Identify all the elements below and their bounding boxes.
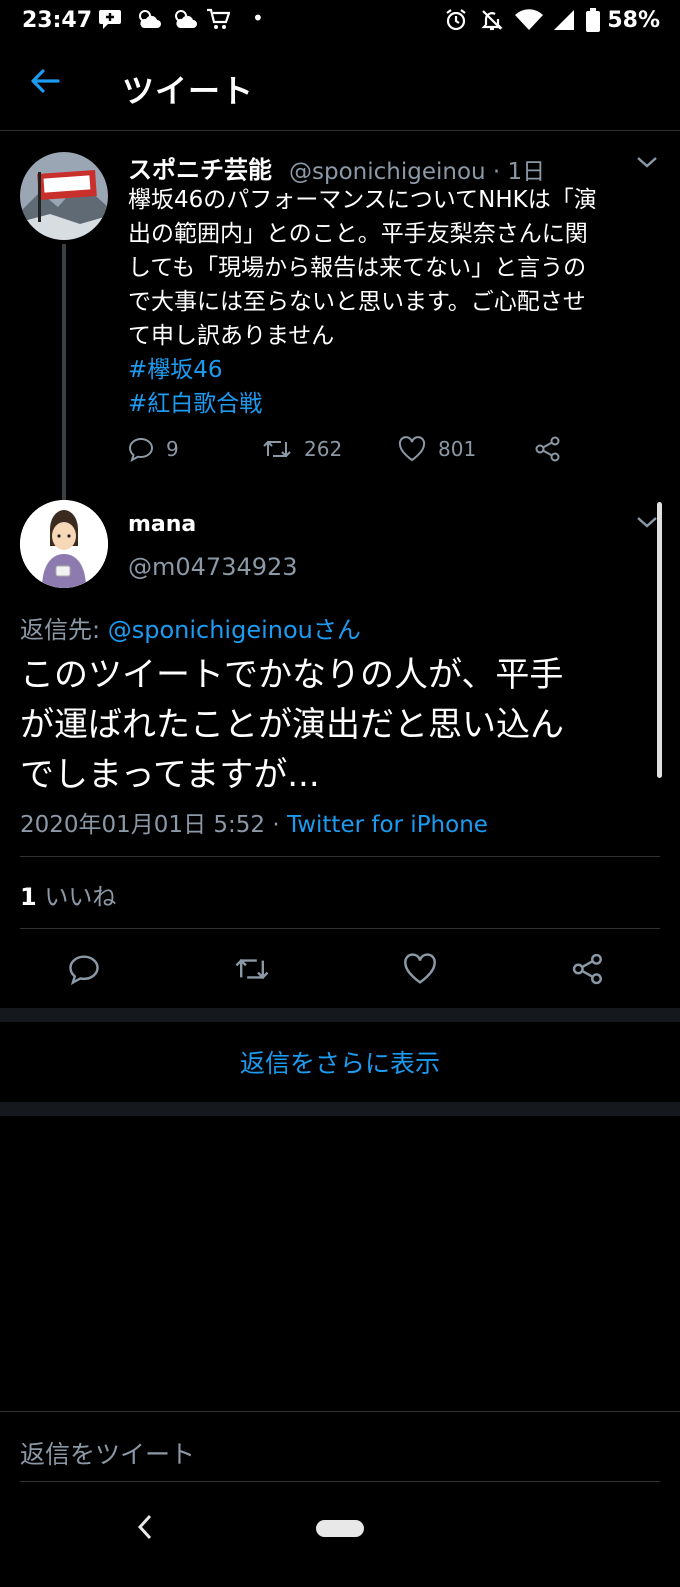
author-name[interactable]: mana (128, 512, 196, 537)
chevron-down-icon[interactable] (636, 154, 658, 173)
author-handle: @m04734923 (128, 553, 298, 581)
tweet-text-line: でしまってますが... (20, 755, 320, 795)
alarm-icon (444, 8, 468, 37)
avatar[interactable] (20, 500, 108, 588)
likes-label: いいね (36, 883, 117, 911)
tweet-text: 欅坂46のパフォーマンスについてNHKは「演 出の範囲内」とのこと。平手友梨奈さ… (128, 183, 668, 421)
thread-connector (62, 244, 66, 500)
battery-icon (586, 8, 600, 37)
status-bar: 23:47 • 58% (0, 0, 680, 44)
reply-to-line: 返信先: @sponichigeinouさん (20, 610, 361, 645)
like-button[interactable]: 801 (398, 432, 476, 466)
tweet-text-line: 欅坂46のパフォーマンスについてNHKは「演 (128, 187, 597, 213)
weather-cloud-icon (136, 8, 162, 35)
tweet-text-line: で大事には至らないと思います。ご心配させ (128, 289, 586, 315)
share-button[interactable] (534, 432, 574, 466)
retweet-count: 262 (304, 437, 343, 461)
hashtag-link[interactable]: #紅白歌合戦 (128, 387, 668, 421)
tweet-text-line: このツイートでかなりの人が、平手 (20, 655, 564, 695)
notification-dot-icon: • (252, 6, 264, 30)
tweet-datetime: 2020年01月01日 5:52 · (20, 812, 287, 838)
chat-plus-icon (98, 8, 122, 35)
chevron-down-icon[interactable] (636, 514, 658, 533)
likes-summary[interactable]: 1 いいね (20, 877, 116, 912)
wifi-icon (514, 8, 544, 37)
divider (20, 928, 660, 929)
share-icon (535, 436, 560, 462)
heart-icon (404, 953, 436, 984)
reply-icon (128, 437, 154, 462)
hashtag-link[interactable]: #欅坂46 (128, 353, 668, 387)
tweet-text-line: 出の範囲内」とのこと。平手友梨奈さんに関 (128, 221, 588, 247)
likes-count: 1 (20, 883, 37, 911)
avatar[interactable] (20, 152, 108, 240)
like-count: 801 (438, 437, 477, 461)
retweet-icon (235, 958, 269, 980)
reply-to-handle-link[interactable]: @sponichigeinouさん (108, 616, 361, 644)
system-back-icon[interactable] (136, 1512, 154, 1546)
share-button[interactable] (564, 945, 612, 993)
retweet-button[interactable]: 262 (262, 432, 342, 466)
divider (20, 856, 660, 857)
tweet-action-bar (0, 945, 680, 993)
tweet-text-line: て申し訳ありません (128, 323, 335, 349)
reply-button[interactable]: 9 (128, 432, 179, 466)
home-gesture-pill[interactable] (316, 1520, 364, 1537)
reply-count: 9 (166, 437, 179, 461)
tweet-metadata: 2020年01月01日 5:52 · Twitter for iPhone (20, 805, 488, 839)
tweet-text-line: しても「現場から報告は来てない」と言うの (128, 255, 587, 281)
author-handle-time: @sponichigeinou · 1日 (289, 159, 546, 185)
section-divider (0, 1008, 680, 1022)
tweet-text: このツイートでかなりの人が、平手 が運ばれたことが演出だと思い込ん でしまってま… (20, 650, 660, 800)
share-icon (572, 953, 602, 985)
like-button[interactable] (396, 945, 444, 993)
reply-button[interactable] (60, 945, 108, 993)
back-arrow-icon[interactable] (28, 64, 68, 104)
show-more-replies-button[interactable]: 返信をさらに表示 (0, 1022, 680, 1102)
page-title: ツイート (122, 72, 255, 110)
retweet-button[interactable] (228, 945, 276, 993)
section-divider (0, 1102, 680, 1116)
author-name[interactable]: スポニチ芸能 (128, 150, 272, 185)
bell-off-icon (480, 8, 504, 37)
reply-compose-input[interactable]: 返信をツイート (20, 1435, 195, 1471)
reply-icon (69, 955, 99, 985)
tweet-text-line: が運ばれたことが演出だと思い込ん (20, 705, 564, 745)
cell-signal-icon (552, 8, 576, 37)
top-app-bar: ツイート (0, 44, 680, 131)
shopping-cart-icon (206, 8, 231, 35)
heart-icon (398, 436, 426, 462)
divider (0, 1411, 680, 1412)
retweet-icon (263, 440, 291, 458)
weather-cloud-icon-2 (172, 8, 198, 35)
tweet-source-link[interactable]: Twitter for iPhone (287, 812, 488, 838)
reply-to-prefix: 返信先: (20, 616, 108, 644)
status-time: 23:47 (22, 8, 93, 33)
scrollbar[interactable] (657, 502, 662, 778)
battery-percent: 58% (607, 8, 660, 33)
divider (20, 1481, 660, 1482)
